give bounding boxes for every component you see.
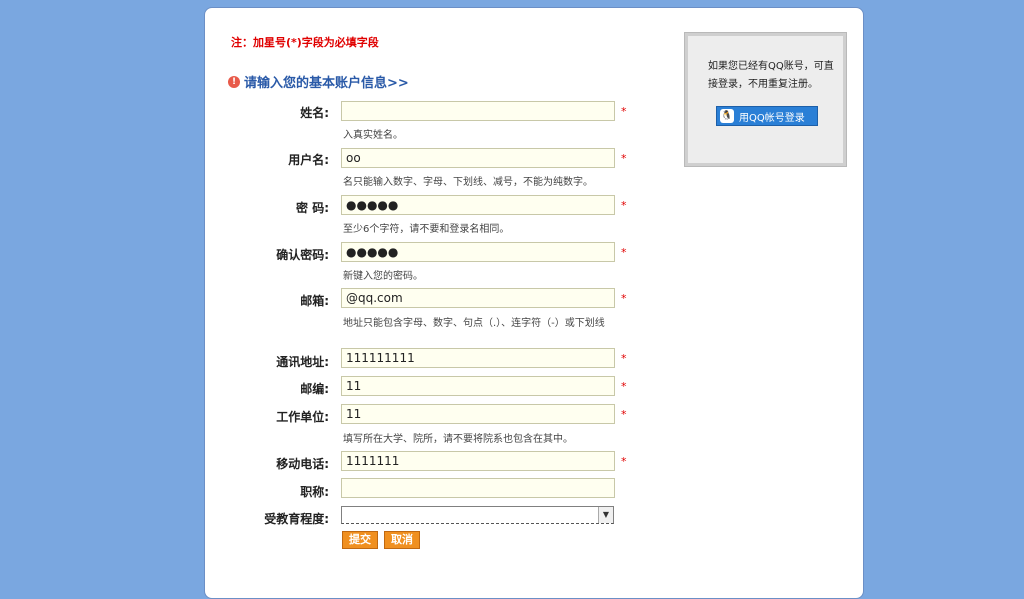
name-label: 姓名: (300, 106, 329, 120)
education-select[interactable]: ▼ (341, 506, 614, 524)
section-title: 请输入您的基本账户信息>> (244, 76, 409, 91)
password-required: * (621, 199, 627, 212)
qq-login-button[interactable]: 🐧 用QQ帐号登录 (716, 106, 818, 126)
address-label: 通讯地址: (276, 355, 329, 369)
name-required: * (621, 105, 627, 118)
chevron-down-icon[interactable]: ▼ (598, 507, 613, 523)
cancel-button[interactable]: 取消 (384, 531, 420, 549)
qq-login-button-label: 用QQ帐号登录 (739, 112, 805, 124)
confirm-password-label: 确认密码: (276, 248, 329, 262)
mobile-input[interactable]: 1111111 (341, 451, 615, 471)
zip-input[interactable]: 11 (341, 376, 615, 396)
name-input[interactable] (341, 101, 615, 121)
mobile-required: * (621, 455, 627, 468)
job-title-input[interactable] (341, 478, 615, 498)
address-required: * (621, 352, 627, 365)
qq-penguin-icon: 🐧 (720, 109, 734, 123)
education-label: 受教育程度: (264, 512, 329, 526)
email-label: 邮箱: (300, 294, 329, 308)
confirm-password-hint: 新键入您的密码。 (343, 271, 423, 282)
email-hint: 地址只能包含字母、数字、句点（.）、连字符（-）或下划线 (343, 318, 605, 329)
confirm-password-required: * (621, 246, 627, 259)
username-input[interactable]: oo (341, 148, 615, 168)
confirm-password-input[interactable]: ●●●●● (341, 242, 615, 262)
password-label: 密 码: (296, 201, 329, 215)
password-input[interactable]: ●●●●● (341, 195, 615, 215)
email-required: * (621, 292, 627, 305)
required-note: 注：加星号(*)字段为必填字段 (231, 36, 379, 49)
zip-label: 邮编: (300, 382, 329, 396)
qq-login-text: 如果您已经有QQ账号，可直接登录，不用重复注册。 (708, 61, 834, 90)
username-label: 用户名: (288, 153, 329, 167)
username-hint: 名只能输入数字、字母、下划线、减号，不能为纯数字。 (343, 177, 593, 188)
name-hint: 入真实姓名。 (343, 130, 403, 141)
work-required: * (621, 408, 627, 421)
zip-required: * (621, 380, 627, 393)
username-required: * (621, 152, 627, 165)
submit-button[interactable]: 提交 (342, 531, 378, 549)
section-heading: ! 请输入您的基本账户信息>> (228, 72, 409, 91)
password-hint: 至少6个字符，请不要和登录名相同。 (343, 224, 510, 235)
job-title-label: 职称: (300, 485, 329, 499)
email-input[interactable]: @qq.com (341, 288, 615, 308)
qq-login-box: 如果您已经有QQ账号，可直接登录，不用重复注册。 🐧 用QQ帐号登录 (684, 32, 847, 167)
alert-icon: ! (228, 75, 240, 88)
mobile-label: 移动电话: (276, 457, 329, 471)
work-input[interactable]: 11 (341, 404, 615, 424)
work-hint: 填写所在大学、院所，请不要将院系也包含在其中。 (343, 434, 573, 445)
address-input[interactable]: 111111111 (341, 348, 615, 368)
work-label: 工作单位: (276, 410, 329, 424)
